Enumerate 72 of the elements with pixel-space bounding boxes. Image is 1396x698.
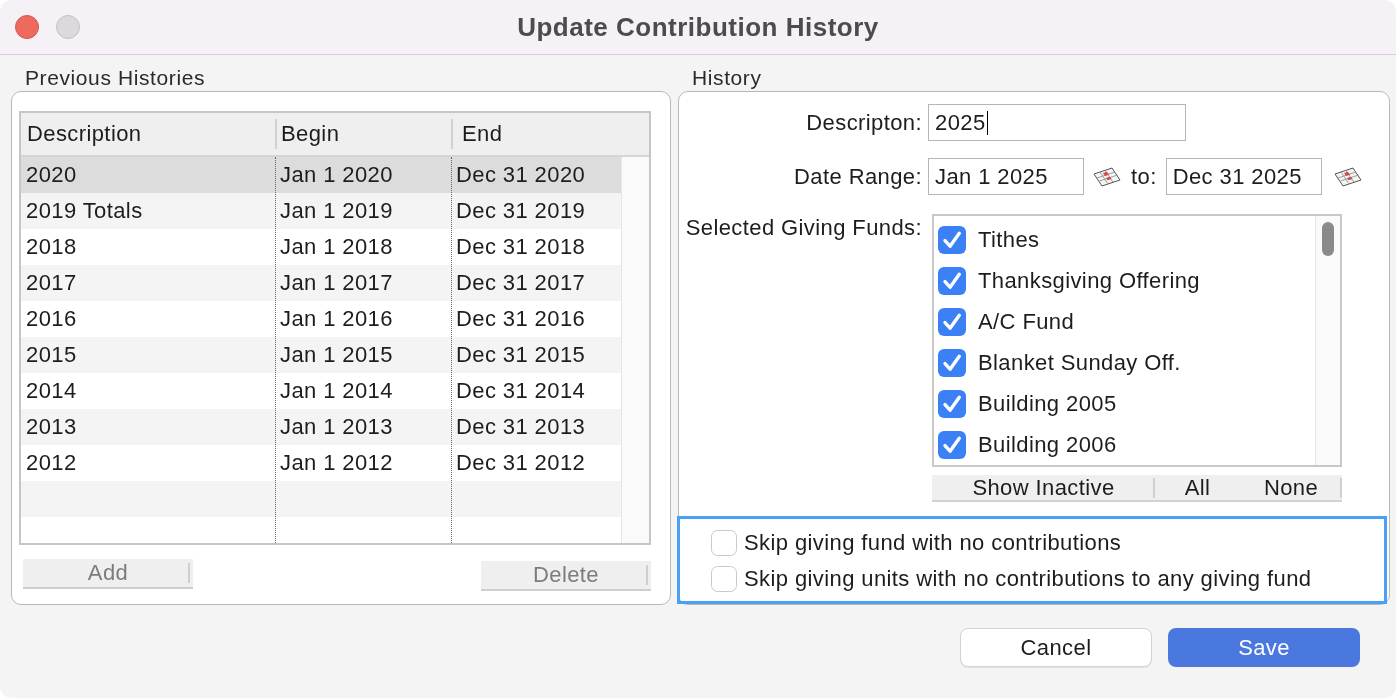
table-row[interactable]: 2019 Totals Jan 1 2019 Dec 31 2019 [21,193,621,229]
calendar-icon[interactable] [1093,166,1121,187]
save-button[interactable]: Save [1168,628,1360,667]
table-cell-text: Jan 1 2012 [279,449,394,477]
checkbox[interactable] [938,348,966,377]
table-cell-text: 2015 [25,341,78,369]
checkbox[interactable] [711,566,737,592]
table-cell-text: 2020 [25,161,78,189]
table-cell-text: Dec 31 2014 [455,377,587,405]
table-cell-text: 2016 [25,305,78,333]
table-row[interactable]: 2016 Jan 1 2016 Dec 31 2016 [21,301,621,337]
calendar-icon[interactable] [1333,166,1362,187]
field-label: to: [1131,163,1157,190]
checkbox[interactable] [938,430,966,459]
table-cell-text: Dec 31 2018 [455,233,587,261]
table-cell-text: Jan 1 2016 [279,305,394,333]
table-row[interactable]: 2014 Jan 1 2014 Dec 31 2014 [21,373,621,409]
fund-name[interactable]: A/C Fund [978,308,1075,335]
table-cell-text: Dec 31 2017 [455,269,587,297]
table-cell-text: Dec 31 2019 [455,197,587,225]
table-cell-text: Jan 1 2014 [279,377,394,405]
end-date-field[interactable]: Dec 31 2025 [1165,158,1322,195]
table-cell-text: Jan 1 2015 [279,341,394,369]
table-cell-text: Jan 1 2018 [279,233,394,261]
checkbox[interactable] [938,307,966,336]
field-label: Descripton: [805,109,922,136]
table-row[interactable]: 2017 Jan 1 2017 Dec 31 2017 [21,265,621,301]
fund-name[interactable]: Blanket Sunday Off. [978,349,1181,376]
list-button[interactable]: All [1155,475,1240,500]
table-cell-text: Dec 31 2015 [455,341,587,369]
field-label: Date Range: [793,163,922,190]
table-row[interactable]: 2015 Jan 1 2015 Dec 31 2015 [21,337,621,373]
table-cell-text: Dec 31 2012 [455,449,587,477]
checkbox-label[interactable]: Skip giving units with no contributions to any giving fund [744,566,1312,592]
checkbox[interactable] [938,266,966,295]
table-cell-text: Jan 1 2013 [279,413,394,441]
fund-name[interactable]: Thanksgiving Offering [978,267,1200,294]
close-icon[interactable] [15,15,39,39]
checkbox[interactable] [711,530,737,556]
table-cell-text: 2017 [25,269,78,297]
fund-name[interactable]: Tithes [978,226,1040,253]
table-row[interactable]: 2018 Jan 1 2018 Dec 31 2018 [21,229,621,265]
table-cell-text: 2019 Totals [25,197,144,225]
table-cell-text: 2012 [25,449,78,477]
scrollbar-thumb[interactable] [1322,222,1334,256]
column-header[interactable]: Description [21,113,275,155]
field-label: Selected Giving Funds: [684,214,922,241]
table-cell-text: Dec 31 2013 [455,413,587,441]
scrollbar-track[interactable] [1315,216,1340,465]
fund-name[interactable]: Building 2006 [978,431,1117,458]
checkbox[interactable] [938,389,966,418]
scrollbar-track[interactable] [621,157,649,543]
table-cell-text: Jan 1 2020 [279,161,394,189]
table-cell-text: 2014 [25,377,78,405]
window-title: Update Contribution History [517,11,879,43]
description-field[interactable]: 2025 [928,104,1186,141]
checkbox-label[interactable]: Skip giving fund with no contributions [744,530,1122,556]
section-title: Previous Histories [24,65,206,91]
table-row[interactable]: 2013 Jan 1 2013 Dec 31 2013 [21,409,621,445]
start-date-field[interactable]: Jan 1 2025 [928,158,1084,195]
checkbox[interactable] [938,225,966,254]
table-cell-text: Jan 1 2017 [279,269,394,297]
table-cell-text: Jan 1 2019 [279,197,394,225]
table-cell-text: Dec 31 2016 [455,305,587,333]
section-title: History [691,65,762,91]
fund-name[interactable]: Building 2005 [978,390,1117,417]
table-cell-text: Dec 31 2020 [455,161,587,189]
table-cell-text: 2018 [25,233,78,261]
table-row[interactable]: 2020 Jan 1 2020 Dec 31 2020 [21,157,621,193]
table-cell-text: 2013 [25,413,78,441]
table-row[interactable]: 2012 Jan 1 2012 Dec 31 2012 [21,445,621,481]
cancel-button[interactable]: Cancel [960,628,1152,667]
